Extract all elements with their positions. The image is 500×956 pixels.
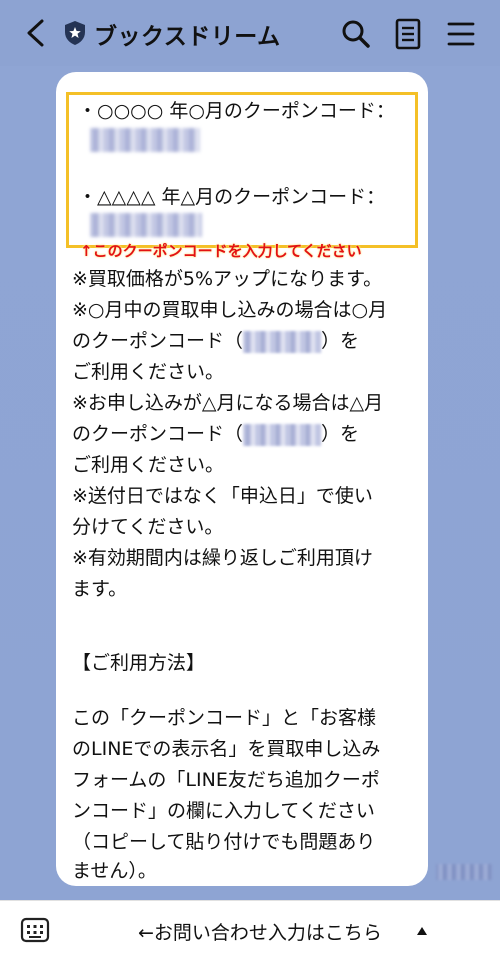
chat-header: ブックスドリーム [0,0,500,66]
message-line: この「クーポンコード」と「お客様 [72,707,377,729]
coupon-ref-1-blurred [243,330,322,353]
coupon-line-2: ・△△△△ 年△月のクーポンコード： [78,186,386,208]
note-icon[interactable] [394,18,422,50]
shield-icon [65,21,85,45]
contact-menu-toggle[interactable]: ←お問い合わせ入力はこちら [138,918,382,945]
keyboard-icon[interactable] [20,917,50,943]
chat-title: ブックスドリーム [94,24,281,50]
message-line: ンコード」の欄に入力してください [72,800,375,822]
message-line: ※送付日ではなく「申込日」で使い [72,485,373,507]
coupon-line-1: ・○○○○ 年○月のクーポンコード： [78,100,395,122]
triangle-up-icon[interactable] [416,926,428,936]
usage-heading: 【ご利用方法】 [72,652,206,674]
coupon-ref-2-blurred [243,423,322,446]
coupon-code-2-blurred[interactable] [90,213,202,237]
coupon-reference-1: のクーポンコード（ ）を [72,326,412,357]
instruction-annotation: ↑このクーポンコードを入力してください [80,242,362,260]
coupon-ref-prefix: のクーポンコード（ [72,330,244,352]
coupon-ref-suffix: ）を [321,423,360,445]
coupon-code-1-blurred[interactable] [90,128,200,152]
message-line: ※買取価格が5%アップになります。 [72,268,383,290]
coupon-ref-suffix: ）を [321,330,360,352]
coupon-reference-2: のクーポンコード（ ）を [72,419,412,450]
back-icon[interactable] [22,18,50,48]
message-line: ご利用ください。 [72,454,225,476]
message-line: ※○月中の買取申し込みの場合は○月 [72,299,388,321]
menu-icon[interactable] [446,20,476,48]
coupon-ref-prefix: のクーポンコード（ [72,423,244,445]
message-timestamp-blurred [436,864,492,880]
message-line: （コピーして貼り付けでも問題あり [72,831,376,853]
message-line: ます。 [72,578,128,600]
message-line: 分けてください。 [72,516,224,538]
message-line: ※有効期間内は繰り返しご利用頂け [72,547,373,569]
message-line: のLINEでの表示名」を買取申し込み [72,738,381,760]
search-icon[interactable] [340,18,372,50]
message-line: ご利用ください。 [72,361,225,383]
message-line: ません）。 [72,860,157,882]
message-line: フォームの「LINE友だち追加クーポ [72,769,380,791]
rich-menu-bar: ←お問い合わせ入力はこちら [0,900,500,956]
message-line: ※お申し込みが△月になる場合は△月 [72,392,384,414]
